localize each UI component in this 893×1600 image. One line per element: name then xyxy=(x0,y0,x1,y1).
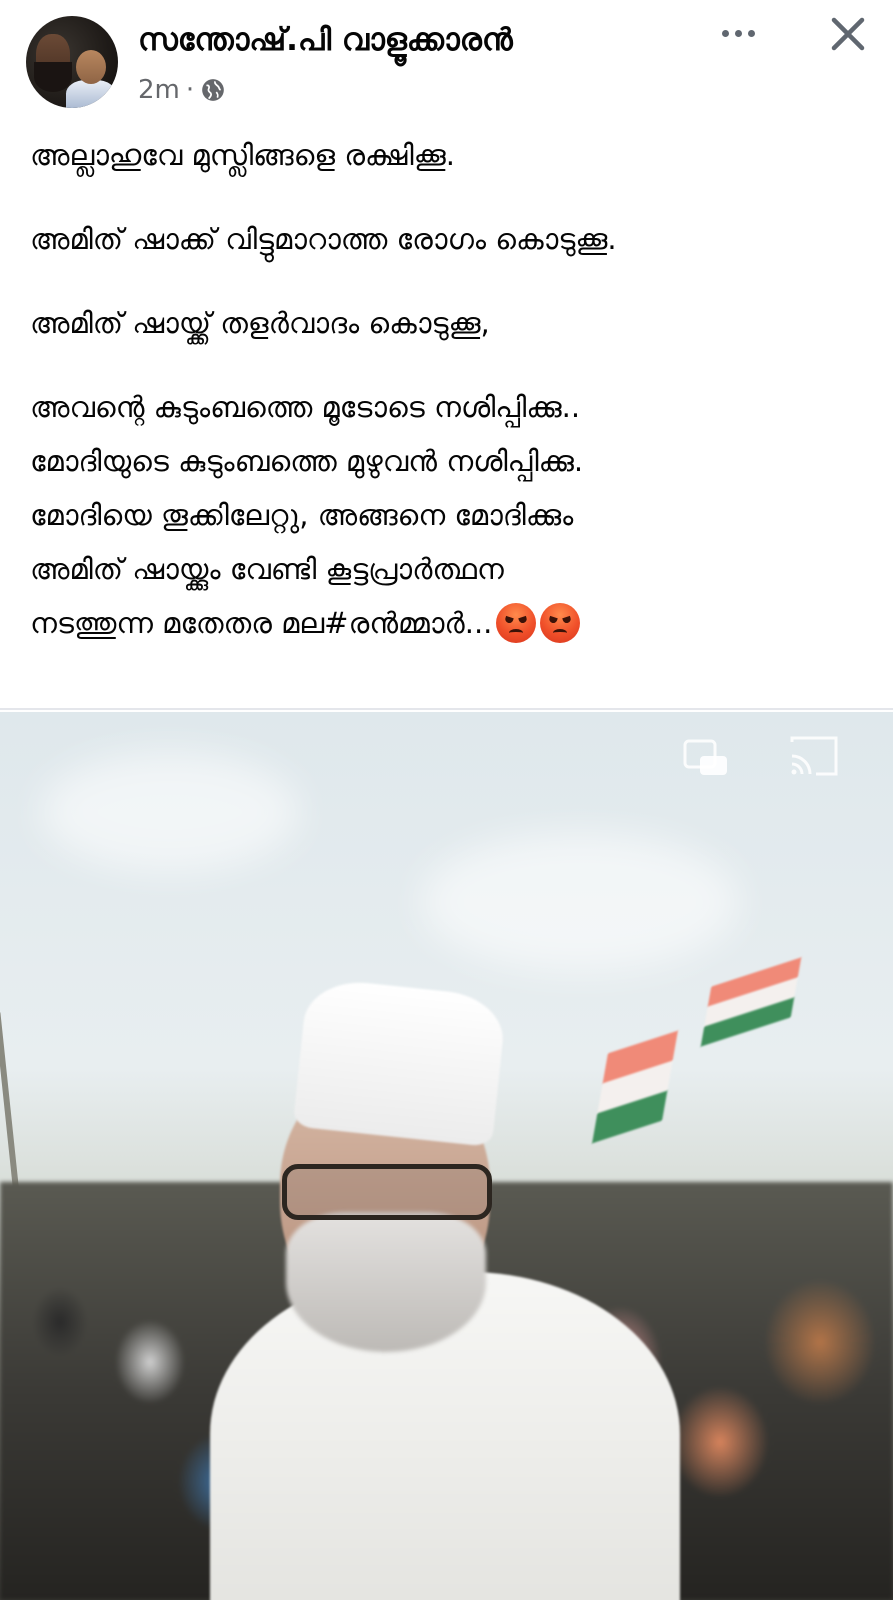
post-line: അമിത് ഷായ്ക്കും വേണ്ടി കൂട്ടപ്രാർത്ഥന xyxy=(30,552,504,586)
avatar-child-shirt xyxy=(66,80,116,108)
post-line: മോദിയുടെ കുടുംബത്തെ മുഴുവൻ നശിപ്പിക്കു. xyxy=(30,444,584,478)
video-player[interactable] xyxy=(0,712,893,1600)
post-line: മോദിയെ തൂക്കിലേറ്റു, അങ്ങനെ മോദിക്കും xyxy=(30,498,574,532)
author-name[interactable]: സന്തോഷ്.പി വാളൂക്കാരൻ xyxy=(138,18,513,62)
post-meta: 2m · xyxy=(138,72,226,108)
man-beard xyxy=(286,1212,486,1352)
post-line: അമിത് ഷായ്ക്ക് തളർവാദം കൊടുക്കൂ, xyxy=(30,306,490,340)
post-header: സന്തോഷ്.പി വാളൂക്കാരൻ 2m · xyxy=(0,0,893,112)
avatar-child-face xyxy=(76,50,106,84)
angry-face-emoji xyxy=(540,603,581,643)
post-line: അല്ലാഹുവേ മുസ്ലിങ്ങളെ രക്ഷിക്കൂ. xyxy=(30,138,455,172)
angry-face-emoji xyxy=(496,603,537,643)
facebook-post-view: സന്തോഷ്.പി വാളൂക്കാരൻ 2m · അല്ലാഹുവേ മുസ… xyxy=(0,0,893,1600)
man-glasses xyxy=(282,1164,492,1220)
sky-cloud xyxy=(40,752,300,872)
avatar-person-beard xyxy=(34,62,72,92)
post-last-line: നടത്തുന്ന മതേതര മല#രൻമ്മാർ... xyxy=(30,596,870,650)
post-line: അവന്റെ കുടുംബത്തെ മൂടോടെ നശിപ്പിക്കു.. xyxy=(30,390,581,424)
post-time[interactable]: 2m xyxy=(138,75,180,105)
divider xyxy=(0,708,893,710)
flag xyxy=(592,1030,678,1144)
cast-icon[interactable] xyxy=(786,732,842,780)
avatar[interactable] xyxy=(26,16,118,108)
post-line-text: നടത്തുന്ന മതേതര മല#രൻമ്മാർ... xyxy=(30,606,493,640)
man-cap xyxy=(292,976,508,1148)
post-text: അല്ലാഹുവേ മുസ്ലിങ്ങളെ രക്ഷിക്കൂ. അമിത് ഷ… xyxy=(30,128,870,650)
more-icon[interactable] xyxy=(716,18,760,48)
globe-icon[interactable] xyxy=(200,77,226,103)
close-icon[interactable] xyxy=(826,12,870,56)
picture-in-picture-icon[interactable] xyxy=(682,738,730,778)
sky-cloud xyxy=(420,832,740,972)
meta-separator: · xyxy=(185,75,195,105)
post-line: അമിത് ഷാക്ക് വിട്ടുമാറാത്ത രോഗം കൊടുക്കൂ… xyxy=(30,222,617,256)
flag xyxy=(700,957,802,1047)
